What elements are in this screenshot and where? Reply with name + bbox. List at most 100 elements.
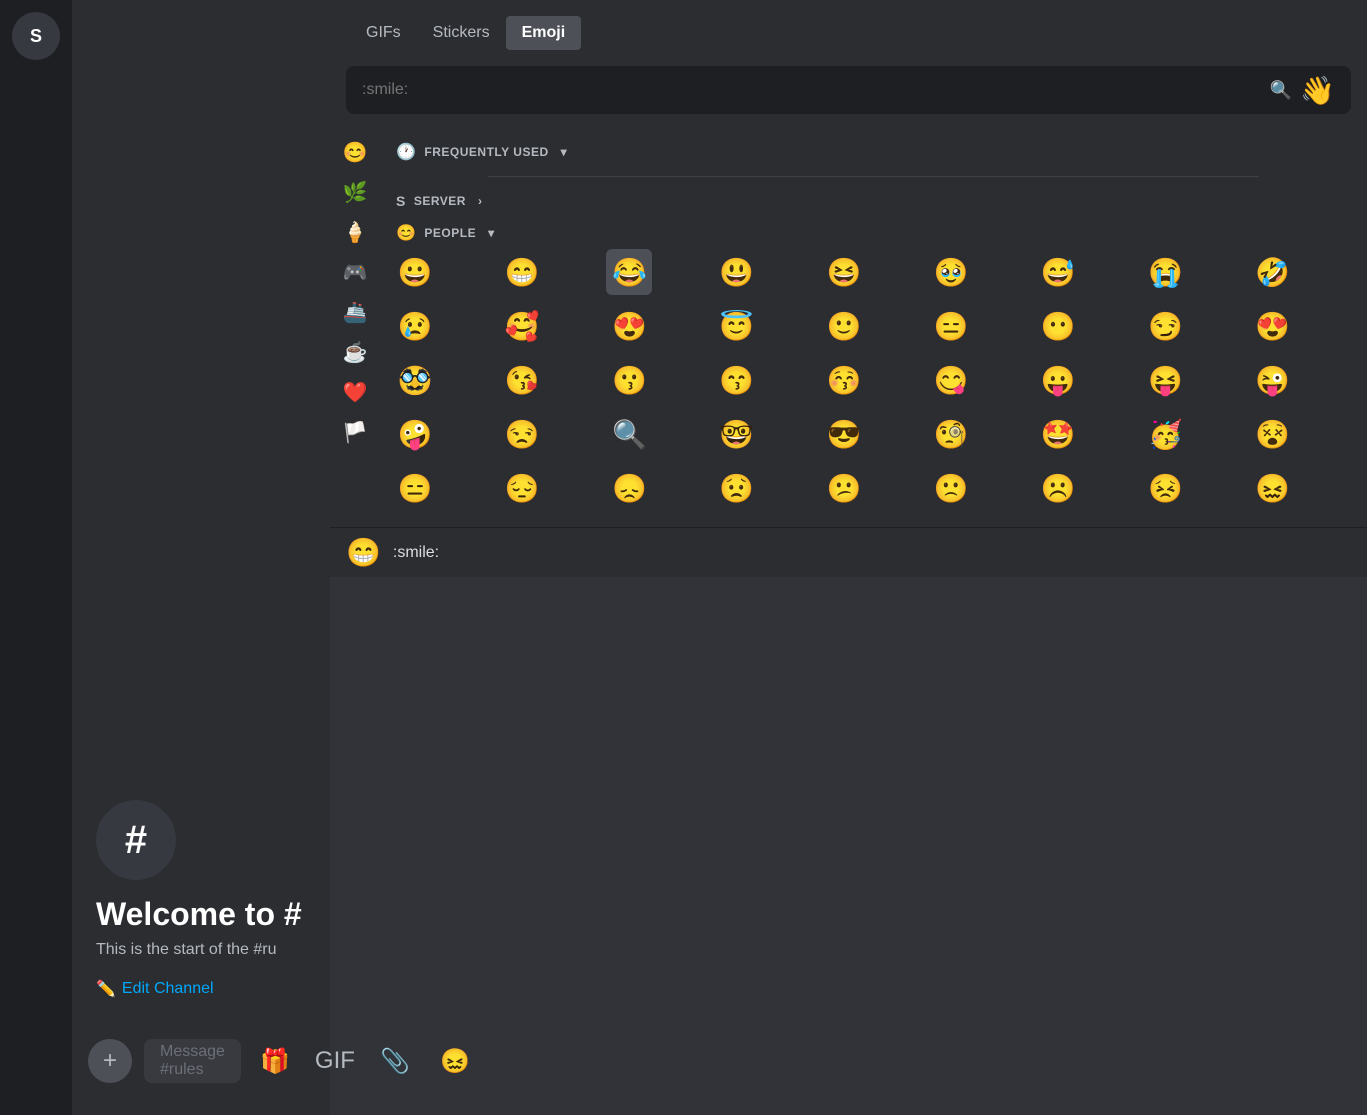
channel-sidebar: # Welcome to # This is the start of the … xyxy=(72,0,330,1115)
emoji-cell[interactable]: 🙁 xyxy=(928,465,974,511)
gif-button[interactable]: GIF xyxy=(313,1039,357,1083)
emoji-cell[interactable]: 😏 xyxy=(1143,303,1189,349)
emoji-cell[interactable]: 😵 xyxy=(1250,411,1296,457)
emoji-cell[interactable]: 😑 xyxy=(928,303,974,349)
message-input-area: + Message #rules 🎁 GIF 📎 😖 xyxy=(72,1039,330,1107)
emoji-left-nav: 😊 🌿 🍦 🎮 🚢 ☕ ❤️ 🏳️ xyxy=(330,126,380,527)
preview-label: :smile: xyxy=(393,544,439,562)
emoji-picker: GIFs Stickers Emoji :smile: 🔍 👋 😊 🌿 🍦 🎮 … xyxy=(330,0,1367,577)
emoji-cell[interactable]: 😑 xyxy=(392,465,438,511)
server-label: SERVER xyxy=(414,194,466,208)
emoji-cell[interactable]: 😆 xyxy=(821,249,867,295)
attachment-icon[interactable]: 📎 xyxy=(373,1039,417,1083)
edit-channel-button[interactable]: ✏️ Edit Channel xyxy=(96,979,306,999)
emoji-search-bar: :smile: 🔍 👋 xyxy=(346,66,1351,114)
main-area: GIFs Stickers Emoji :smile: 🔍 👋 😊 🌿 🍦 🎮 … xyxy=(330,0,1367,1115)
emoji-cell[interactable]: 😇 xyxy=(714,303,760,349)
emoji-cell[interactable]: 😅 xyxy=(1035,249,1081,295)
emoji-cell[interactable]: 🤓 xyxy=(714,411,760,457)
tab-gifs[interactable]: GIFs xyxy=(350,16,417,50)
emoji-cell[interactable]: 🤣 xyxy=(1250,249,1296,295)
emoji-cell[interactable]: 😀 xyxy=(392,249,438,295)
edit-channel-label: Edit Channel xyxy=(122,980,214,998)
emoji-toolbar-icon[interactable]: 😖 xyxy=(433,1039,477,1083)
server-section-icon: S xyxy=(396,193,406,209)
nav-symbols[interactable]: ❤️ xyxy=(337,374,373,410)
left-sidebar: S # Welcome to # This is the start of th… xyxy=(0,0,330,1115)
emoji-cell[interactable]: 😟 xyxy=(714,465,760,511)
emoji-row-1: 😀 😁 😂 😃 😆 🥹 😅 😭 🤣 xyxy=(392,249,1355,295)
emoji-cell[interactable]: 😗 xyxy=(606,357,652,403)
emoji-cell[interactable]: 😞 xyxy=(606,465,652,511)
emoji-cell[interactable]: 😣 xyxy=(1143,465,1189,511)
message-toolbar-right: 🎁 GIF 📎 😖 xyxy=(253,1039,477,1083)
tab-stickers[interactable]: Stickers xyxy=(417,16,506,50)
emoji-cell[interactable]: 😍 xyxy=(1250,303,1296,349)
emoji-panel: 😊 🌿 🍦 🎮 🚢 ☕ ❤️ 🏳️ 🕐 FREQUENTLY USED ▾ xyxy=(330,126,1367,527)
emoji-row-3: 🥸 😘 😗 😙 😚 😋 😛 😝 😜 xyxy=(392,357,1355,403)
message-placeholder: Message #rules xyxy=(160,1043,225,1079)
channel-main-area: # Welcome to # This is the start of the … xyxy=(72,8,330,1039)
emoji-row-4: 🤪 😒 🔍 🤓 😎 🧐 🤩 🥳 😵 xyxy=(392,411,1355,457)
emoji-grid-area: 🕐 FREQUENTLY USED ▾ S SERVER › 😊 PEOPLE … xyxy=(380,126,1367,527)
welcome-title: Welcome to # xyxy=(96,896,306,933)
emoji-cell[interactable]: 🥹 xyxy=(928,249,974,295)
gift-icon[interactable]: 🎁 xyxy=(253,1039,297,1083)
search-icon: 🔍 xyxy=(1270,80,1292,101)
section-people[interactable]: 😊 PEOPLE ▾ xyxy=(392,215,1355,249)
chevron-down-icon-2: ▾ xyxy=(488,226,495,240)
nav-objects[interactable]: ☕ xyxy=(337,334,373,370)
emoji-cell[interactable]: 😭 xyxy=(1143,249,1189,295)
pencil-icon: ✏️ xyxy=(96,979,116,999)
emoji-search-input[interactable]: :smile: xyxy=(362,81,1270,99)
section-frequently-used[interactable]: 🕐 FREQUENTLY USED ▾ xyxy=(392,134,1355,168)
emoji-cell-selected[interactable]: 😂 xyxy=(606,249,652,295)
emoji-cell[interactable]: 😶 xyxy=(1035,303,1081,349)
emoji-cell[interactable]: 😛 xyxy=(1035,357,1081,403)
nav-people[interactable]: 😊 xyxy=(337,134,373,170)
emoji-cell[interactable]: 😁 xyxy=(499,249,545,295)
picker-tabs: GIFs Stickers Emoji xyxy=(330,0,1367,58)
emoji-cell[interactable]: 🤩 xyxy=(1035,411,1081,457)
emoji-cell[interactable]: 🥰 xyxy=(499,303,545,349)
server-icon-area: S xyxy=(0,0,72,1115)
emoji-cell[interactable]: 😋 xyxy=(928,357,974,403)
add-content-button[interactable]: + xyxy=(88,1039,132,1083)
arrow-right-icon: › xyxy=(478,194,483,208)
emoji-cell[interactable]: 😘 xyxy=(499,357,545,403)
emoji-cell[interactable]: 😝 xyxy=(1143,357,1189,403)
emoji-cell[interactable]: 🤪 xyxy=(392,411,438,457)
nav-travel[interactable]: 🚢 xyxy=(337,294,373,330)
emoji-cell[interactable]: 🥸 xyxy=(392,357,438,403)
chevron-down-icon: ▾ xyxy=(561,145,568,159)
divider-1 xyxy=(488,176,1258,177)
emoji-cell[interactable]: 🥳 xyxy=(1143,411,1189,457)
people-label: PEOPLE xyxy=(424,226,476,240)
emoji-cell[interactable]: 🙂 xyxy=(821,303,867,349)
message-input[interactable]: Message #rules xyxy=(144,1039,241,1083)
emoji-cell[interactable]: 😜 xyxy=(1250,357,1296,403)
emoji-cell[interactable]: 😎 xyxy=(821,411,867,457)
channel-hash-icon: # xyxy=(96,800,176,880)
tab-emoji[interactable]: Emoji xyxy=(506,16,582,50)
emoji-cell[interactable]: 😙 xyxy=(714,357,760,403)
emoji-bottom-bar: 😁 :smile: xyxy=(330,527,1367,577)
server-icon[interactable]: S xyxy=(12,12,60,60)
emoji-cell[interactable]: 😔 xyxy=(499,465,545,511)
emoji-row-5: 😑 😔 😞 😟 😕 🙁 ☹️ 😣 😖 xyxy=(392,465,1355,511)
section-server[interactable]: S SERVER › xyxy=(392,185,1355,215)
nav-activities[interactable]: 🎮 xyxy=(337,254,373,290)
emoji-cell[interactable]: 🧐 xyxy=(928,411,974,457)
nav-food[interactable]: 🍦 xyxy=(337,214,373,250)
nav-flags[interactable]: 🏳️ xyxy=(337,414,373,450)
emoji-cell[interactable]: 😢 xyxy=(392,303,438,349)
emoji-cell[interactable]: 😃 xyxy=(714,249,760,295)
emoji-cell[interactable]: 😖 xyxy=(1250,465,1296,511)
emoji-cell[interactable]: 😚 xyxy=(821,357,867,403)
emoji-cell[interactable]: 😍 xyxy=(606,303,652,349)
emoji-cell[interactable]: 😒 xyxy=(499,411,545,457)
emoji-cell[interactable]: ☹️ xyxy=(1035,465,1081,511)
nav-nature[interactable]: 🌿 xyxy=(337,174,373,210)
emoji-cell[interactable]: 🔍 xyxy=(606,411,652,457)
emoji-cell[interactable]: 😕 xyxy=(821,465,867,511)
